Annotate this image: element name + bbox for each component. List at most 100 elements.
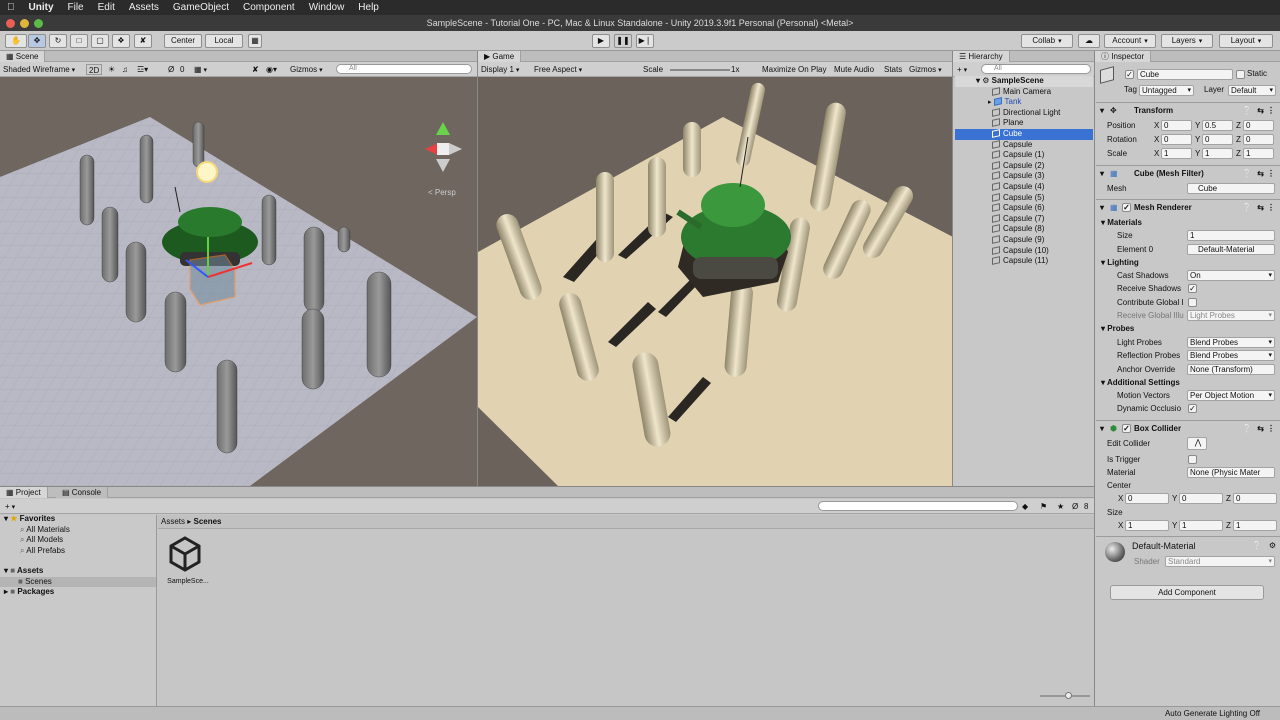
scale-slider[interactable] [670, 69, 730, 71]
scale-x-field[interactable]: 1 [1161, 148, 1192, 159]
lighting-toggle-icon[interactable]: ☀ [108, 64, 115, 75]
hierarchy-item[interactable]: Capsule (4) [955, 182, 1093, 193]
favorite-all-materials[interactable]: ⌕ All Materials [20, 525, 70, 536]
favorites-foldout[interactable]: ▾ ★ Favorites [4, 514, 55, 525]
packages-folder[interactable]: ▸ ■ Packages [4, 587, 54, 598]
gizmos-dropdown[interactable]: Gizmos [290, 64, 323, 75]
hierarchy-item[interactable]: Cube [955, 129, 1093, 140]
component-menu-icon[interactable]: ⋮ [1267, 421, 1275, 436]
camera-icon[interactable]: ◉▾ [266, 64, 277, 75]
component-menu-icon[interactable]: ⋮ [1267, 166, 1275, 181]
hierarchy-item[interactable]: Capsule (7) [955, 214, 1093, 225]
motion-vectors-dropdown[interactable]: Per Object Motion [1187, 390, 1275, 401]
display-dropdown[interactable]: Display 1 [481, 64, 519, 75]
transform-component-header[interactable]: ▾ ✥ Transform ❔ ⇆ ⋮ [1096, 102, 1280, 117]
settings-gear-icon[interactable]: ⚙ [1269, 541, 1276, 550]
menu-edit[interactable]: Edit [91, 2, 122, 13]
favorite-star-icon[interactable]: ★ [1057, 501, 1064, 512]
hierarchy-item[interactable]: Capsule [955, 140, 1093, 151]
assets-folder[interactable]: ▾ ■ Assets [4, 566, 43, 577]
preset-icon[interactable]: ⇆ [1257, 200, 1264, 215]
mesh-filter-component-header[interactable]: ▾ ▦ Cube (Mesh Filter) ❔ ⇆ ⋮ [1096, 165, 1280, 180]
tab-project[interactable]: ▦ Project [0, 487, 48, 498]
center-x-field[interactable]: 0 [1125, 493, 1169, 504]
add-component-button[interactable]: Add Component [1110, 585, 1264, 600]
hierarchy-item[interactable]: Plane [955, 118, 1093, 129]
hierarchy-search-input[interactable]: All [981, 64, 1091, 74]
menu-assets[interactable]: Assets [122, 2, 166, 13]
lighting-foldout[interactable]: ▾ Lighting [1099, 256, 1277, 269]
favorite-all-prefabs[interactable]: ⌕ All Prefabs [20, 546, 65, 557]
help-icon[interactable]: ❔ [1242, 200, 1252, 215]
receive-shadows-checkbox[interactable]: ✓ [1188, 284, 1197, 293]
grid-toggle-icon[interactable]: ▦ [194, 64, 207, 75]
layer-dropdown[interactable]: Default [1228, 85, 1276, 96]
layout-dropdown[interactable]: Layout [1219, 34, 1273, 48]
move-tool-icon[interactable]: ✥ [28, 34, 46, 48]
breadcrumb-assets[interactable]: Assets [161, 517, 185, 526]
step-button[interactable]: ▶❘ [636, 34, 654, 48]
tab-game[interactable]: ▶ Game [478, 51, 522, 62]
position-z-field[interactable]: 0 [1243, 120, 1274, 131]
menu-help[interactable]: Help [351, 2, 386, 13]
play-button[interactable]: ▶ [592, 34, 610, 48]
hierarchy-item[interactable]: Capsule (2) [955, 161, 1093, 172]
pause-button[interactable]: ❚❚ [614, 34, 632, 48]
element0-field[interactable]: Default-Material [1187, 244, 1275, 255]
scale-y-field[interactable]: 1 [1202, 148, 1233, 159]
active-checkbox[interactable]: ✓ [1125, 70, 1134, 79]
rotation-z-field[interactable]: 0 [1243, 134, 1274, 145]
2d-toggle[interactable]: 2D [86, 64, 103, 75]
filter-by-label-icon[interactable]: ⚑ [1040, 501, 1047, 512]
cast-shadows-dropdown[interactable]: On [1187, 270, 1275, 281]
hidden-packages-icon[interactable]: Ø [1072, 501, 1078, 512]
effects-dropdown-icon[interactable]: ☲▾ [137, 64, 148, 75]
hierarchy-item[interactable]: Directional Light [955, 108, 1093, 119]
filter-by-type-icon[interactable]: ◆ [1022, 501, 1028, 512]
collider-material-field[interactable]: None (Physic Mater [1187, 467, 1275, 478]
persp-label[interactable]: < Persp [428, 188, 456, 197]
tag-dropdown[interactable]: Untagged [1139, 85, 1194, 96]
mesh-renderer-component-header[interactable]: ▾ ▦ ✓ Mesh Renderer ❔ ⇆ ⋮ [1096, 199, 1280, 214]
tab-hierarchy[interactable]: ☰ Hierarchy [953, 51, 1010, 62]
asset-item-samplescene[interactable]: SampleSce... [165, 535, 211, 585]
hand-tool-icon[interactable]: ✋ [5, 34, 27, 48]
aspect-dropdown[interactable]: Free Aspect [534, 64, 634, 75]
size-z-field[interactable]: 1 [1233, 520, 1277, 531]
light-probes-dropdown[interactable]: Blend Probes [1187, 337, 1275, 348]
account-dropdown[interactable]: Account [1104, 34, 1156, 48]
preset-icon[interactable]: ⇆ [1257, 166, 1264, 181]
mesh-renderer-enabled-checkbox[interactable]: ✓ [1122, 203, 1131, 212]
grid-snap-icon[interactable]: ▦ [248, 34, 262, 48]
minimize-window-icon[interactable] [20, 19, 29, 28]
box-collider-enabled-checkbox[interactable]: ✓ [1122, 424, 1131, 433]
is-trigger-checkbox[interactable] [1188, 455, 1197, 464]
menu-gameobject[interactable]: GameObject [166, 2, 236, 13]
stats-toggle[interactable]: Stats [884, 64, 902, 75]
additional-settings-foldout[interactable]: ▾ Additional Settings [1099, 376, 1277, 389]
pivot-center-toggle[interactable]: Center [164, 34, 202, 48]
game-gizmos-dropdown[interactable]: Gizmos [909, 64, 942, 75]
pivot-local-toggle[interactable]: Local [205, 34, 243, 48]
tools-icon[interactable]: ✘ [252, 64, 259, 75]
transform-tool-icon[interactable]: ❖ [112, 34, 130, 48]
game-viewport[interactable] [478, 77, 953, 486]
rotate-tool-icon[interactable]: ↻ [49, 34, 67, 48]
apple-menu-icon[interactable]:  [0, 2, 22, 13]
hierarchy-item[interactable]: Capsule (10) [955, 246, 1093, 257]
help-icon[interactable]: ❔ [1242, 166, 1252, 181]
menu-unity[interactable]: Unity [22, 2, 61, 13]
box-collider-component-header[interactable]: ▾ ⬢ ✓ Box Collider ❔ ⇆ ⋮ [1096, 420, 1280, 435]
hierarchy-item[interactable]: ▸ Tank [955, 97, 1093, 108]
rect-tool-icon[interactable]: ▢ [91, 34, 109, 48]
zoom-window-icon[interactable] [34, 19, 43, 28]
size-x-field[interactable]: 1 [1125, 520, 1169, 531]
menu-file[interactable]: File [61, 2, 91, 13]
position-y-field[interactable]: 0.5 [1202, 120, 1233, 131]
scale-tool-icon[interactable]: □ [70, 34, 88, 48]
position-x-field[interactable]: 0 [1161, 120, 1192, 131]
materials-foldout[interactable]: ▾ Materials [1099, 216, 1277, 229]
tab-console[interactable]: ▤ Console [56, 487, 109, 498]
custom-tool-icon[interactable]: ✘ [134, 34, 152, 48]
hierarchy-scene-root[interactable]: ▾ ⚙ SampleScene [955, 76, 1093, 87]
